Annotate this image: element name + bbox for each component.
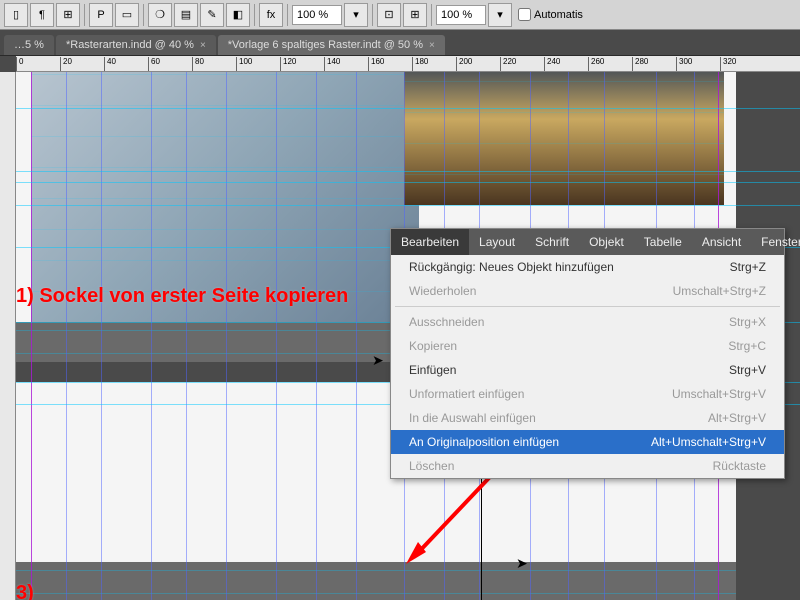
annotation-1: 1) Sockel von erster Seite kopieren	[16, 285, 348, 308]
menubar-item-layout[interactable]: Layout	[469, 229, 525, 255]
ruler-mark: 320	[720, 57, 736, 71]
ruler-mark: 20	[60, 57, 72, 71]
menu-item[interactable]: An Originalposition einfügenAlt+Umschalt…	[391, 430, 784, 454]
menubar-item-objekt[interactable]: Objekt	[579, 229, 634, 255]
image-frame-night[interactable]	[404, 72, 724, 205]
tool-button[interactable]: ◧	[226, 3, 250, 27]
menu-item: WiederholenUmschalt+Strg+Z	[391, 279, 784, 303]
cursor-pointer-icon: ➤	[372, 352, 384, 369]
ruler-mark: 0	[16, 57, 23, 71]
ruler-mark: 180	[412, 57, 428, 71]
annotation-3: 3)	[16, 582, 34, 600]
menu-item: AusschneidenStrg+X	[391, 310, 784, 334]
dropdown-icon[interactable]: ▾	[488, 3, 512, 27]
document-tab[interactable]: …5 %	[4, 35, 54, 55]
menu-item: KopierenStrg+C	[391, 334, 784, 358]
ruler-mark: 120	[280, 57, 296, 71]
ruler-mark: 300	[676, 57, 692, 71]
tool-button[interactable]: ▤	[174, 3, 198, 27]
tool-button[interactable]: P	[89, 3, 113, 27]
ruler-mark: 240	[544, 57, 560, 71]
ruler-mark: 140	[324, 57, 340, 71]
menubar-item-ansicht[interactable]: Ansicht	[692, 229, 751, 255]
tool-button[interactable]: ⊞	[403, 3, 427, 27]
toolbar: ▯ ¶ ⊞ P ▭ ❍ ▤ ✎ ◧ fx ▾ ⊡ ⊞ ▾ Automatis	[0, 0, 800, 30]
close-icon[interactable]: ×	[429, 40, 435, 51]
ruler-mark: 280	[632, 57, 648, 71]
auto-checkbox[interactable]: Automatis	[518, 8, 583, 21]
ruler-mark: 200	[456, 57, 472, 71]
context-menu: Bearbeiten Layout Schrift Objekt Tabelle…	[390, 228, 785, 479]
ruler-horizontal[interactable]: 0 20 40 60 80 100 120 140 160 180 200 220 240 260 280 3…	[16, 56, 800, 72]
tool-button[interactable]: fx	[259, 3, 283, 27]
ruler-mark: 260	[588, 57, 604, 71]
document-tab[interactable]: *Rasterarten.indd @ 40 %×	[56, 35, 216, 55]
document-tab-active[interactable]: *Vorlage 6 spaltiges Raster.indt @ 50 %×	[218, 35, 445, 55]
tool-button[interactable]: ❍	[148, 3, 172, 27]
zoom-input[interactable]	[292, 5, 342, 25]
tab-bar: …5 % *Rasterarten.indd @ 40 %× *Vorlage …	[0, 30, 800, 56]
tool-button[interactable]: ⊞	[56, 3, 80, 27]
socle-band-2[interactable]	[16, 562, 736, 600]
menubar-item-schrift[interactable]: Schrift	[525, 229, 579, 255]
menu-item: Unformatiert einfügenUmschalt+Strg+V	[391, 382, 784, 406]
menubar-item-bearbeiten[interactable]: Bearbeiten	[391, 229, 469, 255]
context-menu-bar: Bearbeiten Layout Schrift Objekt Tabelle…	[391, 229, 784, 255]
tool-button[interactable]: ▭	[115, 3, 139, 27]
menu-item: LöschenRücktaste	[391, 454, 784, 478]
tool-button[interactable]: ✎	[200, 3, 224, 27]
ruler-mark: 80	[192, 57, 204, 71]
menubar-item-fenster[interactable]: Fenster	[751, 229, 800, 255]
ruler-vertical[interactable]	[0, 72, 16, 600]
dropdown-icon[interactable]: ▾	[344, 3, 368, 27]
menu-item: In die Auswahl einfügenAlt+Strg+V	[391, 406, 784, 430]
tool-button[interactable]: ⊡	[377, 3, 401, 27]
menubar-item-tabelle[interactable]: Tabelle	[634, 229, 692, 255]
ruler-mark: 60	[148, 57, 160, 71]
close-icon[interactable]: ×	[200, 40, 206, 51]
ruler-mark: 160	[368, 57, 384, 71]
ruler-mark: 40	[104, 57, 116, 71]
cursor-pointer-icon: ➤	[516, 555, 528, 572]
ruler-mark: 100	[236, 57, 252, 71]
menu-item[interactable]: EinfügenStrg+V	[391, 358, 784, 382]
menu-item[interactable]: Rückgängig: Neues Objekt hinzufügenStrg+…	[391, 255, 784, 279]
zoom-input-2[interactable]	[436, 5, 486, 25]
ruler-mark: 220	[500, 57, 516, 71]
tool-button[interactable]: ¶	[30, 3, 54, 27]
tool-button[interactable]: ▯	[4, 3, 28, 27]
